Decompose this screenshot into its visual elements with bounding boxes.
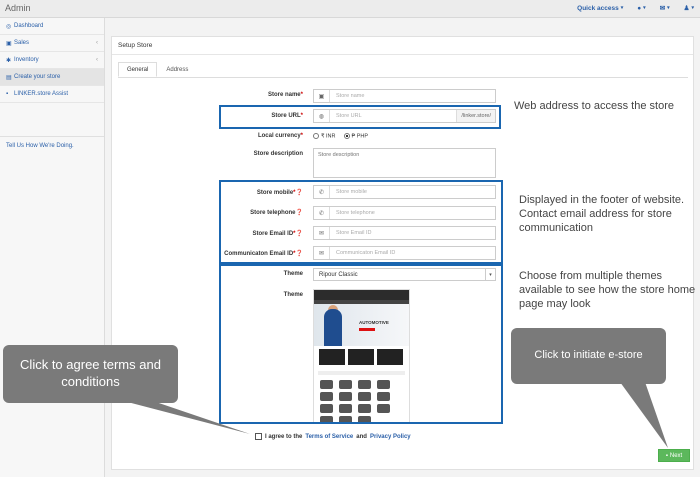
panel-title: Setup Store [112, 37, 693, 55]
caret-down-icon: ▾ [691, 5, 694, 11]
agree-and: and [356, 433, 367, 440]
currency-option-php[interactable]: ₱ PHP [343, 133, 368, 139]
caret-down-icon: ▾ [667, 5, 670, 11]
footer-contact-note: Displayed in the footer of website. Cont… [519, 194, 685, 234]
caret-down-icon: ▾ [643, 5, 646, 11]
sidebar-item-label: Dashboard [14, 23, 44, 29]
caret-down-icon: ▾ [620, 5, 624, 11]
store-name-label: Store name* [267, 92, 303, 98]
user-icon: ● [637, 4, 642, 12]
sidebar-divider [0, 136, 104, 137]
store-description-label: Store description [253, 151, 303, 157]
quick-access-menu[interactable]: Quick access ▾ [577, 4, 623, 12]
tab-divider [118, 77, 688, 78]
store-url-note: Web address to access the store [514, 100, 674, 112]
profile-icon: ♟ [683, 5, 690, 12]
cart-icon: ▣ [314, 90, 330, 102]
currency-label: Local currency* [257, 133, 303, 139]
sidebar-item-sales[interactable]: ▣ Sales ‹ [0, 35, 104, 52]
next-button-label: Next [669, 452, 683, 459]
agree-checkbox[interactable] [255, 433, 262, 440]
store-icon: ▤ [6, 74, 12, 81]
cart-icon: ▣ [6, 40, 12, 47]
sidebar-item-linker-assist[interactable]: ▪ LINKER.store Assist [0, 86, 104, 103]
mail-icon: ✉ [659, 5, 666, 12]
next-callout: Click to initiate e-store [511, 328, 666, 384]
store-name-field[interactable]: ▣ Store name [313, 89, 496, 103]
sidebar-item-label: LINKER.store Assist [14, 91, 69, 97]
tab-bar: General Address [118, 62, 197, 77]
top-nav: Quick access ▾ ● ▾ ✉ ▾ ♟ ▾ [577, 4, 694, 13]
tab-address[interactable]: Address [157, 62, 197, 77]
quick-access-label: Quick access [577, 4, 619, 12]
sidebar-item-label: Create your store [14, 74, 61, 80]
app-title: Admin [5, 3, 31, 13]
agree-prefix: I agree to the [265, 433, 303, 440]
feedback-link[interactable]: Tell Us How We're Doing. [6, 143, 74, 149]
radio-selected-icon [343, 133, 350, 139]
theme-highlight [219, 264, 503, 424]
currency-radio-group: ₹ INR ₱ PHP [313, 133, 368, 139]
radio-icon [313, 133, 319, 139]
contact-fields-highlight [219, 180, 503, 264]
chevron-left-icon: ‹ [96, 57, 98, 63]
sidebar-item-dashboard[interactable]: ◎ Dashboard [0, 18, 104, 35]
sidebar-item-create-store[interactable]: ▤ Create your store [0, 69, 104, 86]
privacy-policy-link[interactable]: Privacy Policy [370, 434, 411, 440]
terms-callout: Click to agree terms and conditions [3, 345, 178, 403]
terms-of-service-link[interactable]: Terms of Service [305, 434, 353, 440]
store-name-placeholder: Store name [336, 93, 365, 99]
sidebar-item-inventory[interactable]: ✱ Inventory ‹ [0, 52, 104, 69]
next-button[interactable]: ▪ Next [658, 449, 690, 462]
sidebar: ◎ Dashboard ▣ Sales ‹ ✱ Inventory ‹ ▤ Cr… [0, 18, 105, 477]
sidebar-item-label: Sales [14, 40, 30, 46]
save-icon: ▪ [665, 452, 668, 459]
tab-general[interactable]: General [118, 62, 158, 77]
user-menu[interactable]: ● ▾ [637, 4, 645, 12]
link-icon: ▪ [6, 91, 9, 97]
store-url-highlight [219, 105, 501, 129]
currency-option-inr[interactable]: ₹ INR [313, 133, 336, 139]
profile-menu[interactable]: ♟ ▾ [684, 4, 694, 12]
dashboard-icon: ◎ [6, 23, 12, 30]
theme-note: Choose from multiple themes available to… [519, 270, 696, 310]
gear-icon: ✱ [6, 57, 12, 64]
terms-agreement: I agree to the Terms of Service and Priv… [255, 433, 411, 440]
sidebar-item-label: Inventory [14, 57, 39, 63]
top-bar: Admin Quick access ▾ ● ▾ ✉ ▾ ♟ ▾ [0, 0, 700, 18]
chevron-left-icon: ‹ [96, 40, 98, 46]
mail-menu[interactable]: ✉ ▾ [660, 4, 670, 12]
store-description-textarea[interactable] [313, 148, 496, 178]
